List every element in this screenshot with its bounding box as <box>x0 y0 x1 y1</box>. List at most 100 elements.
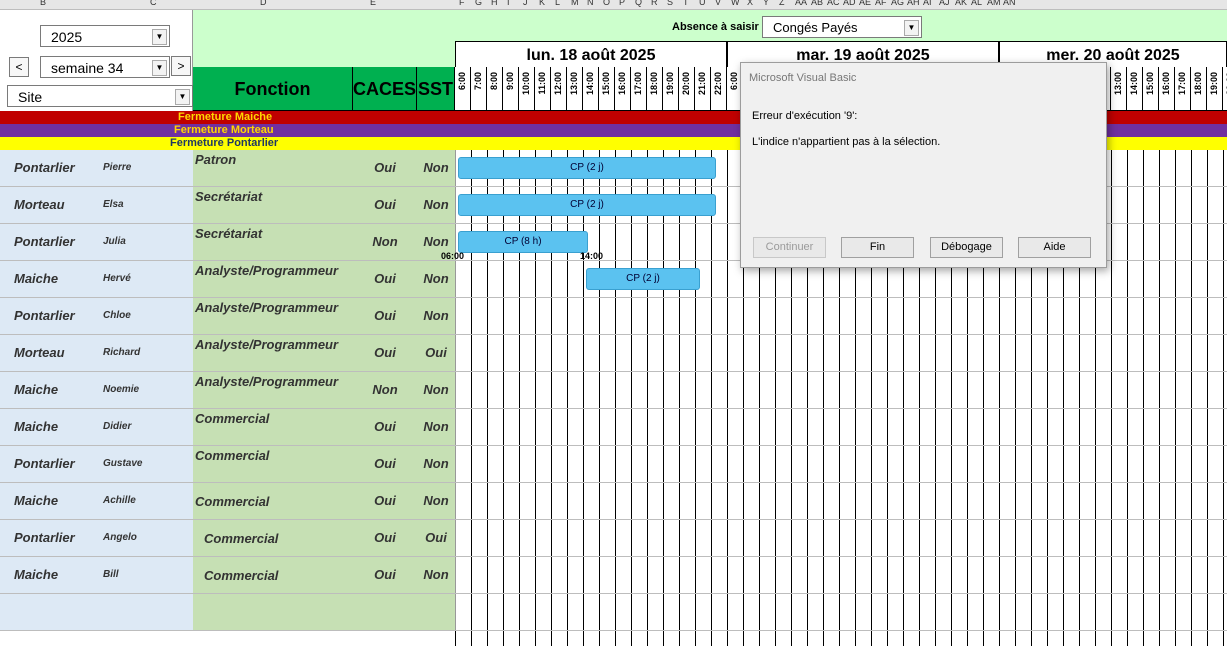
column-letter[interactable]: P <box>619 0 625 7</box>
column-letter[interactable]: Y <box>763 0 769 7</box>
column-letter[interactable]: AF <box>875 0 887 7</box>
fonction-cell[interactable]: Analyste/Programmeur <box>193 298 354 334</box>
site-dropdown[interactable]: Site ▼ <box>7 85 193 107</box>
column-letter[interactable]: AD <box>843 0 856 7</box>
column-letter[interactable]: X <box>747 0 753 7</box>
help-button[interactable]: Aide <box>1018 237 1091 258</box>
debug-button[interactable]: Débogage <box>930 237 1003 258</box>
column-letter[interactable]: AK <box>955 0 967 7</box>
chevron-down-icon[interactable]: ▼ <box>175 89 190 105</box>
sst-cell[interactable]: Non <box>417 446 456 482</box>
chevron-down-icon[interactable]: ▼ <box>152 60 167 76</box>
site-cell[interactable]: Pontarlier Chloe <box>0 298 194 334</box>
prev-week-button[interactable]: < <box>9 57 29 77</box>
column-letter[interactable]: AJ <box>939 0 950 7</box>
absence-bar-item[interactable]: CP (2 j) <box>458 157 716 179</box>
column-letter[interactable]: V <box>715 0 721 7</box>
column-letter[interactable]: E <box>370 0 376 7</box>
fonction-cell[interactable]: Analyste/Programmeur <box>193 372 354 408</box>
employee-row[interactable]: Pontarlier Chloe Analyste/Programmeur Oui No… <box>0 298 1227 335</box>
caces-cell[interactable]: Oui <box>353 187 418 223</box>
sst-cell[interactable]: Non <box>417 483 456 519</box>
column-letter[interactable]: D <box>260 0 267 7</box>
employee-row[interactable]: Pontarlier Gustave Commercial Oui Non <box>0 446 1227 483</box>
site-cell[interactable]: Pontarlier Gustave <box>0 446 194 482</box>
chevron-down-icon[interactable]: ▼ <box>152 29 167 45</box>
absence-bar-item[interactable]: CP (2 j) <box>586 268 700 290</box>
fonction-cell[interactable] <box>193 594 354 630</box>
week-dropdown[interactable]: semaine 34 ▼ <box>40 56 170 78</box>
column-letter[interactable]: M <box>571 0 579 7</box>
fonction-cell[interactable]: Commercial <box>193 557 354 593</box>
caces-cell[interactable]: Oui <box>353 150 418 186</box>
fonction-cell[interactable]: Secrétariat <box>193 187 354 223</box>
sst-cell[interactable]: Non <box>417 372 456 408</box>
column-letter[interactable]: G <box>475 0 482 7</box>
column-letter[interactable]: AN <box>1003 0 1016 7</box>
column-letter[interactable]: AH <box>907 0 920 7</box>
next-week-button[interactable]: > <box>171 56 191 76</box>
caces-cell[interactable]: Oui <box>353 261 418 297</box>
employee-row[interactable]: Pontarlier Angelo Commercial Oui Oui <box>0 520 1227 557</box>
column-letter[interactable]: H <box>491 0 498 7</box>
sst-cell[interactable]: Oui <box>417 520 456 556</box>
employee-row[interactable] <box>0 594 1227 631</box>
site-cell[interactable]: Maiche Noemie <box>0 372 194 408</box>
column-letter[interactable]: Q <box>635 0 642 7</box>
column-letter[interactable]: R <box>651 0 658 7</box>
column-letter[interactable]: B <box>40 0 46 7</box>
chevron-down-icon[interactable]: ▼ <box>904 20 919 36</box>
column-letter[interactable]: C <box>150 0 157 7</box>
site-cell[interactable]: Morteau Elsa <box>0 187 194 223</box>
column-letter[interactable]: I <box>507 0 510 7</box>
caces-cell[interactable]: Oui <box>353 298 418 334</box>
column-letter[interactable]: AM <box>987 0 1001 7</box>
employee-row[interactable]: Maiche Bill Commercial Oui Non <box>0 557 1227 594</box>
site-cell[interactable]: Pontarlier Angelo <box>0 520 194 556</box>
fonction-cell[interactable]: Secrétariat <box>193 224 354 260</box>
fonction-cell[interactable]: Patron <box>193 150 354 186</box>
column-letter[interactable]: AG <box>891 0 904 7</box>
sst-cell[interactable] <box>417 594 456 630</box>
site-cell[interactable]: Pontarlier Pierre <box>0 150 194 186</box>
absence-bar-item[interactable]: CP (2 j) <box>458 194 716 216</box>
caces-cell[interactable]: Oui <box>353 483 418 519</box>
column-letter[interactable]: K <box>539 0 545 7</box>
site-cell[interactable]: Maiche Bill <box>0 557 194 593</box>
site-cell[interactable]: Morteau Richard <box>0 335 194 371</box>
fonction-cell[interactable]: Analyste/Programmeur <box>193 335 354 371</box>
sst-cell[interactable]: Non <box>417 187 456 223</box>
caces-cell[interactable]: Oui <box>353 335 418 371</box>
absence-type-dropdown[interactable]: Congés Payés ▼ <box>762 16 922 38</box>
site-cell[interactable]: Maiche Hervé <box>0 261 194 297</box>
sst-cell[interactable]: Non <box>417 557 456 593</box>
fonction-cell[interactable]: Commercial <box>193 483 354 519</box>
column-letter[interactable]: AI <box>923 0 932 7</box>
sst-cell[interactable]: Non <box>417 261 456 297</box>
end-button[interactable]: Fin <box>841 237 914 258</box>
column-letter[interactable]: AB <box>811 0 823 7</box>
column-letter[interactable]: O <box>603 0 610 7</box>
employee-row[interactable]: Maiche Didier Commercial Oui Non <box>0 409 1227 446</box>
column-letter[interactable]: W <box>731 0 740 7</box>
sst-cell[interactable]: Non <box>417 298 456 334</box>
fonction-cell[interactable]: Commercial <box>193 520 354 556</box>
caces-cell[interactable]: Oui <box>353 446 418 482</box>
site-cell[interactable]: Pontarlier Julia <box>0 224 194 260</box>
column-letter[interactable]: AE <box>859 0 871 7</box>
caces-cell[interactable]: Oui <box>353 520 418 556</box>
employee-row[interactable]: Maiche Noemie Analyste/Programmeur Non Non <box>0 372 1227 409</box>
site-cell[interactable]: Maiche Achille <box>0 483 194 519</box>
fonction-cell[interactable]: Analyste/Programmeur <box>193 261 354 297</box>
column-letter[interactable]: AA <box>795 0 807 7</box>
column-letter[interactable]: Z <box>779 0 785 7</box>
column-letter[interactable]: N <box>587 0 594 7</box>
caces-cell[interactable] <box>353 594 418 630</box>
year-dropdown[interactable]: 2025 ▼ <box>40 25 170 47</box>
employee-row[interactable]: Morteau Richard Analyste/Programmeur Oui Oui <box>0 335 1227 372</box>
sst-cell[interactable]: Oui <box>417 335 456 371</box>
fonction-cell[interactable]: Commercial <box>193 446 354 482</box>
column-letter[interactable]: T <box>683 0 689 7</box>
site-cell[interactable] <box>0 594 194 630</box>
column-letter[interactable]: AC <box>827 0 840 7</box>
